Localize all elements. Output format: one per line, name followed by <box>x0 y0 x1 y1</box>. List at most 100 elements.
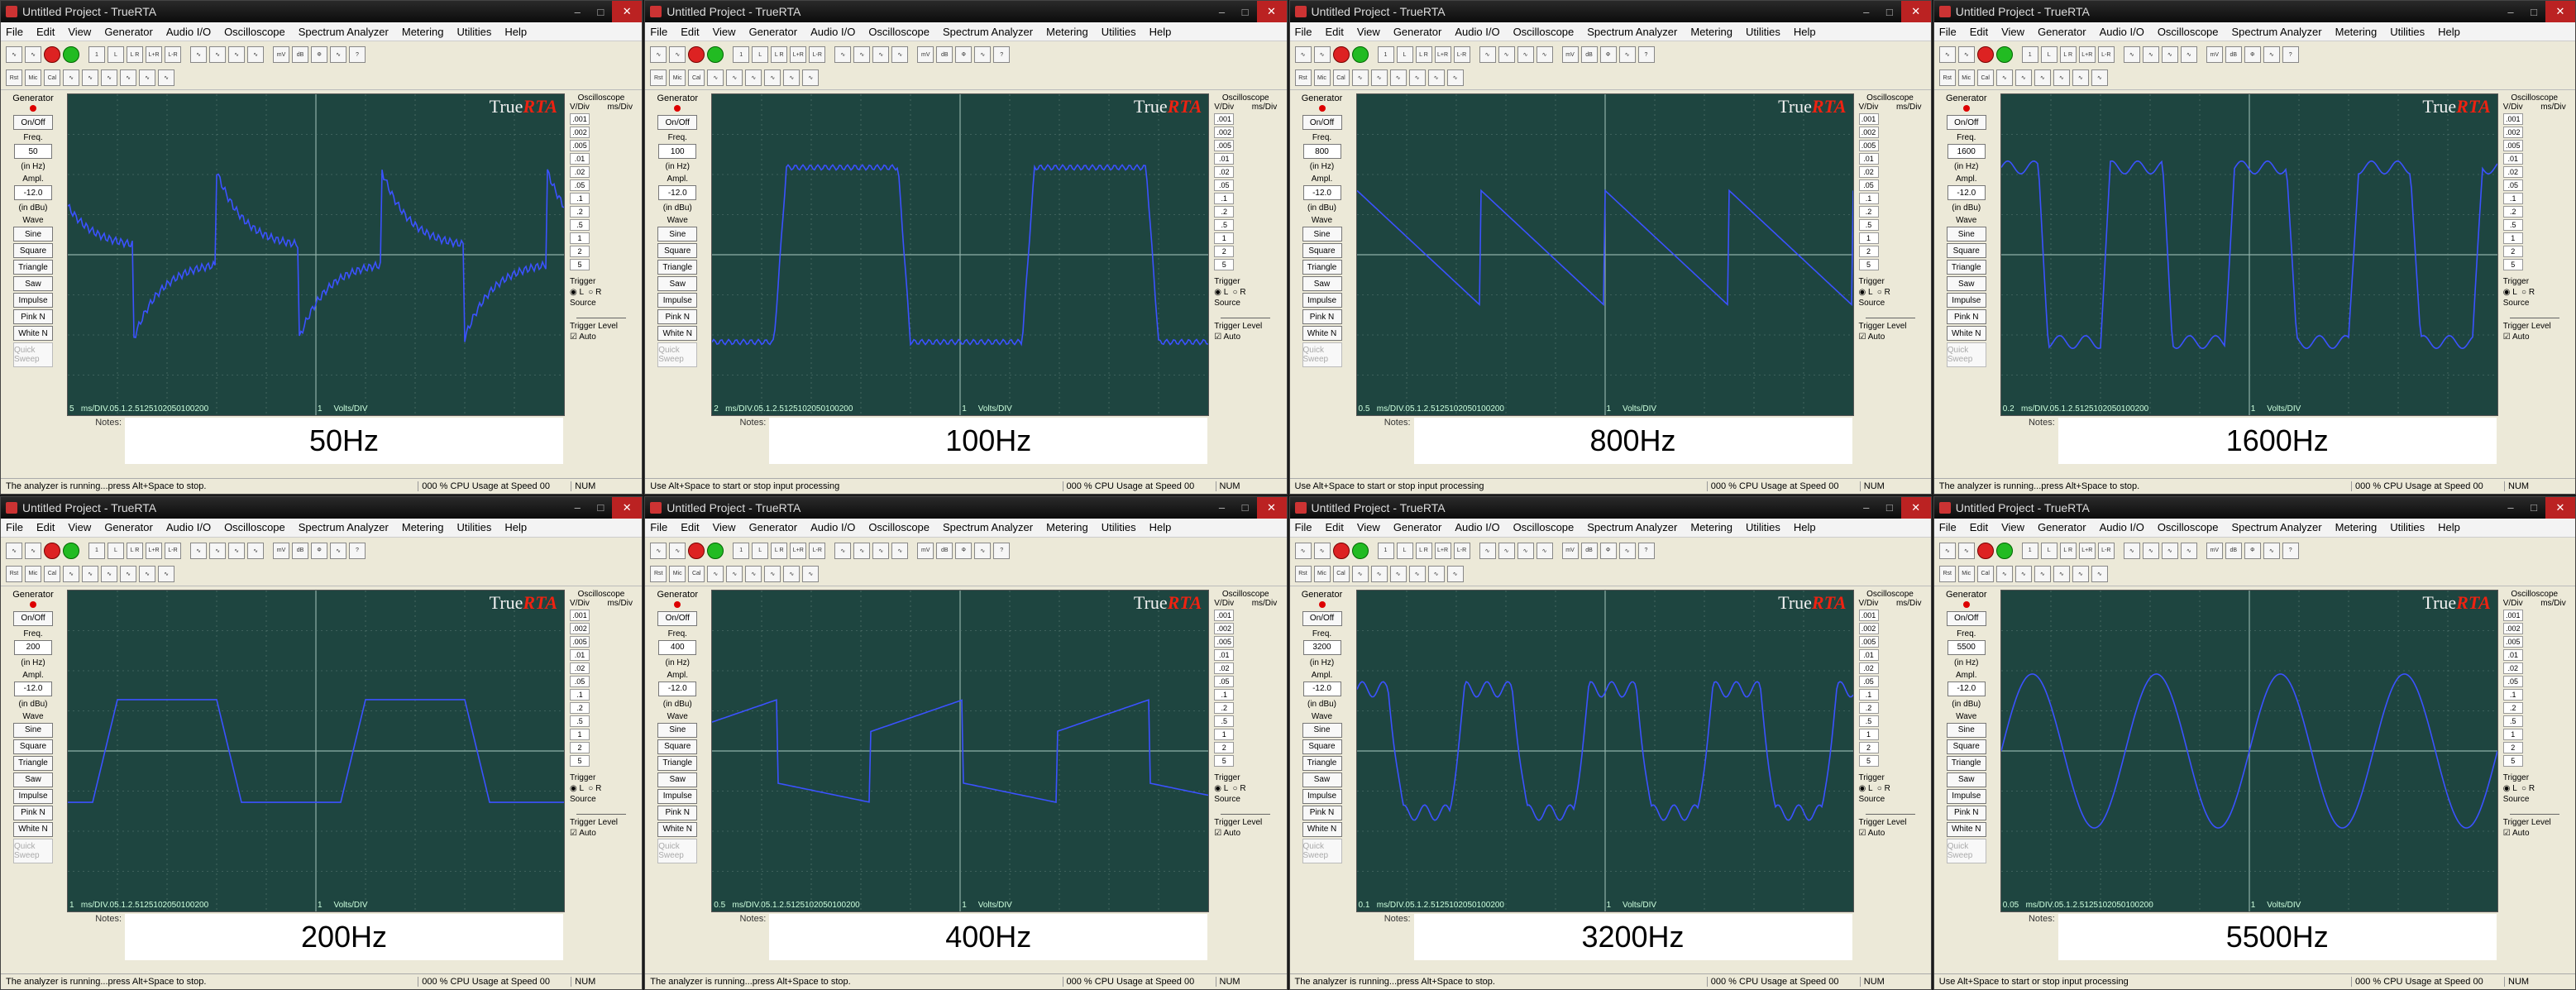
freq-input[interactable]: 100 <box>658 144 697 159</box>
vdiv-option[interactable]: 5 <box>570 754 590 767</box>
vdiv-option[interactable]: .001 <box>1858 113 1879 125</box>
toolbar2-button-1[interactable]: Mic <box>1313 565 1331 582</box>
vdiv-option[interactable]: .2 <box>1214 701 1235 714</box>
vdiv-option[interactable]: .1 <box>1858 688 1879 701</box>
toolbar2-button-7[interactable]: ∿ <box>1427 69 1445 86</box>
msdiv-option[interactable]: 50 <box>172 404 181 414</box>
toolbar-button-14[interactable]: dB <box>2225 542 2242 559</box>
toolbar2-button-1[interactable]: Mic <box>1957 565 1975 582</box>
toolbar2-button-0[interactable]: Rst <box>6 69 22 86</box>
vdiv-option[interactable]: .01 <box>2502 153 2523 165</box>
toolbar-button-15[interactable]: Ф <box>2244 542 2261 559</box>
menu-file[interactable]: File <box>1939 521 1957 533</box>
vdiv-option[interactable]: .5 <box>1214 715 1235 727</box>
toolbar-button-17[interactable]: ? <box>2282 542 2299 559</box>
quick-sweep-button[interactable]: Quick Sweep <box>657 342 698 367</box>
trigger-level-slider[interactable] <box>576 311 626 318</box>
wave-pink-n-button[interactable]: Pink N <box>1946 805 1986 820</box>
toolbar2-button-7[interactable]: ∿ <box>783 565 801 582</box>
notes-box[interactable]: 3200Hz <box>1413 913 1852 960</box>
toolbar2-button-2[interactable]: Cal <box>1332 69 1350 86</box>
menu-utilities[interactable]: Utilities <box>1746 521 1780 533</box>
wave-square-button[interactable]: Square <box>1946 739 1986 754</box>
toolbar-button-15[interactable]: Ф <box>1599 46 1617 63</box>
toolbar-button-6[interactable]: L R <box>1415 46 1432 63</box>
ampl-input[interactable]: -12.0 <box>658 681 697 696</box>
toolbar2-button-6[interactable]: ∿ <box>2053 565 2070 582</box>
vdiv-option[interactable]: .01 <box>1858 153 1879 165</box>
vdiv-option[interactable]: .5 <box>2502 219 2523 231</box>
trigger-level-slider[interactable] <box>1865 311 1915 318</box>
vdiv-option[interactable]: .05 <box>1858 179 1879 191</box>
toolbar-button-13[interactable]: mV <box>917 542 934 559</box>
toolbar-button-7[interactable]: L+R <box>790 46 807 63</box>
msdiv-option[interactable]: 50 <box>2116 901 2125 910</box>
close-button[interactable]: ✕ <box>612 496 643 519</box>
menu-file[interactable]: File <box>6 521 23 533</box>
toolbar-button-17[interactable]: ? <box>349 542 366 559</box>
toolbar-button-7[interactable]: L+R <box>2078 46 2096 63</box>
menu-edit[interactable]: Edit <box>36 521 55 533</box>
menu-file[interactable]: File <box>6 26 23 38</box>
toolbar2-button-0[interactable]: Rst <box>650 69 667 86</box>
msdiv-option[interactable]: .1 <box>1415 901 1422 910</box>
trigger-r-radio[interactable]: ○ R <box>1877 288 1890 297</box>
trigger-level-slider[interactable] <box>2509 807 2559 815</box>
menu-view[interactable]: View <box>713 521 736 533</box>
vdiv-option[interactable]: .02 <box>1214 166 1235 178</box>
toolbar-button-5[interactable]: L <box>108 542 124 559</box>
menu-spectrum-analyzer[interactable]: Spectrum Analyzer <box>2232 521 2322 533</box>
msdiv-option[interactable]: .05 <box>758 901 770 910</box>
msdiv-option[interactable]: 100 <box>832 901 846 910</box>
vdiv-option[interactable]: .2 <box>570 701 590 714</box>
vdiv-option[interactable]: .01 <box>570 153 590 165</box>
toolbar-button-9[interactable]: ∿ <box>834 542 852 559</box>
wave-saw-button[interactable]: Saw <box>1302 276 1342 291</box>
toolbar-button-13[interactable]: mV <box>1561 46 1579 63</box>
vdiv-option[interactable]: .02 <box>2502 662 2523 674</box>
msdiv-option[interactable]: 50 <box>1468 404 1477 414</box>
menu-help[interactable]: Help <box>1794 521 1816 533</box>
wave-white-n-button[interactable]: White N <box>657 326 698 341</box>
vdiv-option[interactable]: 1 <box>1214 232 1235 244</box>
toolbar-button-5[interactable]: L <box>108 46 124 63</box>
freq-input[interactable]: 800 <box>1302 144 1341 159</box>
toolbar-button-3[interactable] <box>707 542 724 559</box>
menu-help[interactable]: Help <box>1794 26 1816 38</box>
minimize-button[interactable]: – <box>1211 497 1234 519</box>
menu-metering[interactable]: Metering <box>1690 26 1732 38</box>
toolbar-button-6[interactable]: L R <box>771 542 788 559</box>
toolbar-button-10[interactable]: ∿ <box>853 542 871 559</box>
toolbar2-button-5[interactable]: ∿ <box>1389 69 1407 86</box>
menu-audio-i-o[interactable]: Audio I/O <box>166 26 211 38</box>
wave-triangle-button[interactable]: Triangle <box>657 260 698 275</box>
msdiv-option[interactable]: .05 <box>108 901 119 910</box>
toolbar-button-0[interactable]: ∿ <box>1294 542 1312 559</box>
toolbar-button-1[interactable]: ∿ <box>669 46 686 63</box>
ampl-input[interactable]: -12.0 <box>658 185 697 200</box>
toolbar2-button-6[interactable]: ∿ <box>1408 565 1426 582</box>
toolbar2-button-8[interactable]: ∿ <box>802 69 820 86</box>
minimize-button[interactable]: – <box>1855 497 1878 519</box>
menu-spectrum-analyzer[interactable]: Spectrum Analyzer <box>943 521 1033 533</box>
menu-edit[interactable]: Edit <box>1970 521 1988 533</box>
vdiv-option[interactable]: .01 <box>570 648 590 661</box>
msdiv-option[interactable]: 200 <box>194 901 208 910</box>
wave-triangle-button[interactable]: Triangle <box>1302 755 1342 771</box>
wave-sine-button[interactable]: Sine <box>1946 722 1986 738</box>
menu-oscilloscope[interactable]: Oscilloscope <box>2158 521 2219 533</box>
vdiv-option[interactable]: .2 <box>1214 206 1235 218</box>
toolbar-button-3[interactable] <box>63 46 79 63</box>
toolbar2-button-5[interactable]: ∿ <box>2034 69 2051 86</box>
msdiv-option[interactable]: 100 <box>1477 404 1491 414</box>
auto-checkbox[interactable]: ☑ Auto <box>2503 332 2566 342</box>
vdiv-option[interactable]: 1 <box>570 232 590 244</box>
menu-audio-i-o[interactable]: Audio I/O <box>2100 26 2144 38</box>
toolbar2-button-4[interactable]: ∿ <box>1370 565 1388 582</box>
vdiv-option[interactable]: .1 <box>2502 688 2523 701</box>
toolbar-button-12[interactable]: ∿ <box>2180 542 2197 559</box>
toolbar-button-8[interactable]: L-R <box>809 542 826 559</box>
toolbar-button-5[interactable]: L <box>752 46 769 63</box>
toolbar-button-16[interactable]: ∿ <box>974 542 992 559</box>
toolbar-button-16[interactable]: ∿ <box>330 542 346 559</box>
